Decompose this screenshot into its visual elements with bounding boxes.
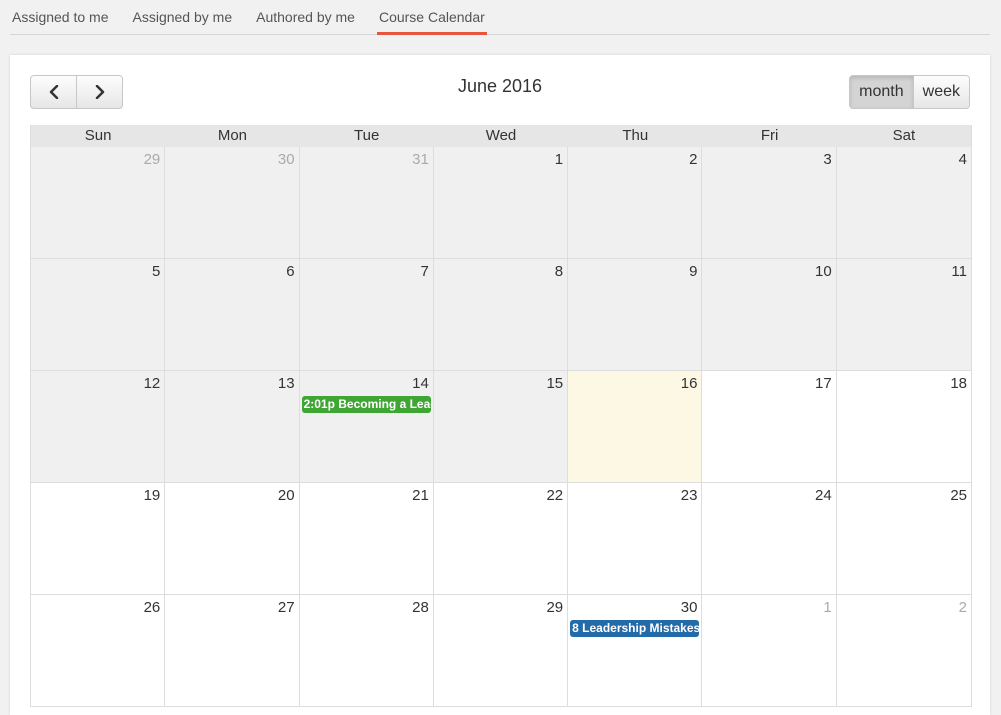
day-number: 21 bbox=[412, 487, 429, 504]
day-number: 27 bbox=[277, 599, 295, 616]
dow-mon: Mon bbox=[217, 127, 248, 144]
tab-course-calendar[interactable]: Course Calendar bbox=[376, 0, 487, 35]
day-cell[interactable]: 4 bbox=[836, 147, 971, 259]
calendar-event[interactable]: 8 Leadership Mistakes bbox=[570, 620, 700, 637]
day-cell[interactable]: 19 bbox=[31, 483, 166, 595]
day-number: 13 bbox=[277, 375, 295, 392]
day-cell[interactable]: 3 bbox=[702, 147, 837, 259]
day-cell[interactable]: 6 bbox=[165, 259, 300, 371]
day-cell[interactable]: 12 bbox=[31, 371, 166, 483]
week-view-button[interactable]: week bbox=[912, 76, 969, 108]
day-cell[interactable]: 2 bbox=[836, 595, 971, 707]
day-number: 7 bbox=[420, 263, 429, 280]
day-cell[interactable]: 7 bbox=[299, 259, 434, 371]
day-number: 10 bbox=[815, 263, 832, 280]
day-number: 4 bbox=[958, 151, 967, 168]
day-number: 30 bbox=[277, 151, 295, 168]
day-number: 31 bbox=[412, 151, 429, 168]
day-number: 6 bbox=[286, 263, 295, 280]
day-cell[interactable]: 14 2:01p Becoming a Leader bbox=[299, 371, 434, 483]
day-cell[interactable]: 30 bbox=[165, 147, 300, 259]
week-row: 29 30 31 1 2 3 4 bbox=[31, 147, 971, 259]
day-number: 5 bbox=[151, 263, 161, 280]
day-cell[interactable]: 13 bbox=[165, 371, 300, 483]
dow-wed: Wed bbox=[485, 127, 517, 144]
week-row: 5 6 7 8 9 10 11 bbox=[31, 259, 971, 371]
day-cell[interactable]: 15 bbox=[433, 371, 569, 483]
day-cell[interactable]: 18 bbox=[836, 371, 971, 483]
calendar-event[interactable]: 2:01p Becoming a Leader bbox=[301, 396, 431, 413]
day-number: 24 bbox=[815, 487, 832, 504]
day-number: 22 bbox=[546, 487, 564, 504]
week-row: 12 13 14 2:01p Becoming a Leader 15 16 17 18 bbox=[31, 371, 971, 483]
day-cell[interactable]: 11 bbox=[836, 259, 971, 371]
day-cell[interactable]: 8 bbox=[433, 259, 569, 371]
day-cell[interactable]: 24 bbox=[702, 483, 837, 595]
day-number: 29 bbox=[143, 151, 161, 168]
day-cell[interactable]: 5 bbox=[31, 259, 166, 371]
tab-bar: Assigned to me Assigned by me Authored b… bbox=[10, 0, 990, 35]
day-cell[interactable]: 16 bbox=[568, 371, 703, 483]
day-number: 2 bbox=[689, 151, 698, 168]
day-cell[interactable]: 17 bbox=[702, 371, 837, 483]
weeks-container: 29 30 31 1 2 3 4 5 6 7 8 9 10 11 12 13 14 2:01p Becoming … bbox=[31, 147, 971, 707]
day-cell[interactable]: 23 bbox=[568, 483, 703, 595]
dow-sat: Sat bbox=[892, 127, 916, 144]
day-cell[interactable]: 31 bbox=[299, 147, 434, 259]
month-view-button[interactable]: month bbox=[850, 76, 913, 108]
tab-assigned-by-me[interactable]: Assigned by me bbox=[133, 0, 233, 32]
day-number: 11 bbox=[951, 263, 967, 280]
dow-sun: Sun bbox=[84, 127, 112, 144]
day-number: 20 bbox=[277, 487, 295, 504]
day-cell[interactable]: 9 bbox=[568, 259, 703, 371]
day-number: 17 bbox=[815, 375, 832, 392]
day-cell[interactable]: 29 bbox=[433, 595, 569, 707]
day-number: 14 bbox=[412, 375, 429, 392]
day-cell[interactable]: 25 bbox=[836, 483, 971, 595]
dow-fri: Fri bbox=[760, 127, 779, 144]
day-cell[interactable]: 28 bbox=[299, 595, 434, 707]
day-number: 28 bbox=[412, 599, 429, 616]
day-number: 23 bbox=[680, 487, 698, 504]
calendar-panel: June 2016 month week Sun Mon Tue Wed Thu… bbox=[10, 55, 990, 715]
calendar-title: June 2016 bbox=[457, 76, 543, 96]
day-number: 2 bbox=[958, 599, 967, 616]
day-cell[interactable]: 21 bbox=[299, 483, 434, 595]
dow-thu: Thu bbox=[622, 127, 649, 144]
day-number: 1 bbox=[554, 151, 564, 168]
month-grid: Sun Mon Tue Wed Thu Fri Sat 29 30 31 1 2 3 4 5 6… bbox=[30, 125, 972, 707]
day-cell[interactable]: 26 bbox=[31, 595, 166, 707]
day-cell[interactable]: 22 bbox=[433, 483, 569, 595]
day-number: 8 bbox=[554, 263, 564, 280]
tab-assigned-to-me[interactable]: Assigned to me bbox=[12, 0, 109, 32]
day-number: 3 bbox=[823, 151, 832, 168]
day-number: 15 bbox=[546, 375, 564, 392]
day-number: 25 bbox=[950, 487, 967, 504]
day-cell[interactable]: 27 bbox=[165, 595, 300, 707]
day-cell[interactable]: 1 bbox=[702, 595, 837, 707]
day-number: 19 bbox=[143, 487, 161, 504]
day-of-week-header: Sun Mon Tue Wed Thu Fri Sat bbox=[31, 125, 971, 147]
week-row: 26 27 28 29 30 8 Leadership Mistakes 1 2 bbox=[31, 595, 971, 707]
week-row: 19 20 21 22 23 24 25 bbox=[31, 483, 971, 595]
day-cell[interactable]: 2 bbox=[568, 147, 703, 259]
day-cell[interactable]: 20 bbox=[165, 483, 300, 595]
day-cell[interactable]: 30 8 Leadership Mistakes bbox=[568, 595, 703, 707]
tab-authored-by-me[interactable]: Authored by me bbox=[256, 0, 355, 32]
view-toggle-group: month week bbox=[849, 75, 970, 109]
day-cell[interactable]: 1 bbox=[433, 147, 569, 259]
day-number: 12 bbox=[143, 375, 161, 392]
day-number: 16 bbox=[680, 375, 698, 392]
day-number: 29 bbox=[546, 599, 564, 616]
dow-tue: Tue bbox=[354, 127, 380, 144]
day-cell[interactable]: 29 bbox=[31, 147, 166, 259]
day-number: 30 bbox=[680, 599, 698, 616]
day-number: 18 bbox=[950, 375, 967, 392]
day-number: 1 bbox=[823, 599, 832, 616]
day-number: 9 bbox=[689, 263, 698, 280]
day-cell[interactable]: 10 bbox=[702, 259, 837, 371]
day-number: 26 bbox=[143, 599, 161, 616]
